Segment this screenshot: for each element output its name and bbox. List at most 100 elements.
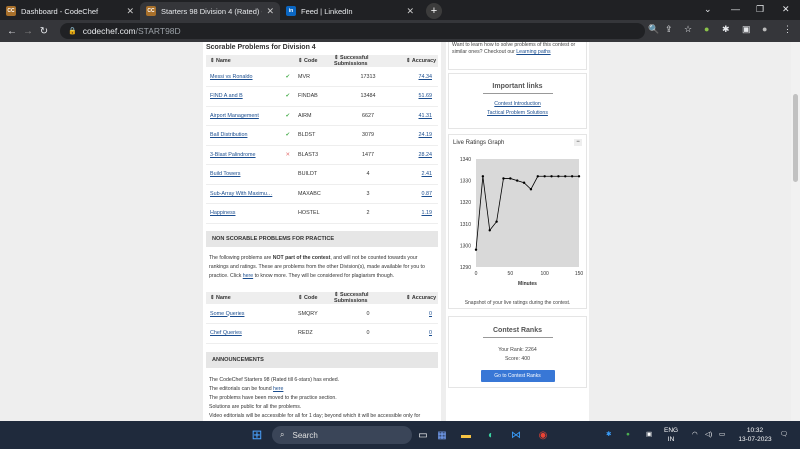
problem-code: REDZ <box>294 323 330 344</box>
col-header-name[interactable]: ⇕ Name <box>206 292 294 304</box>
close-icon[interactable]: ✕ <box>126 6 134 17</box>
problem-link[interactable]: Chef Queries <box>210 330 242 336</box>
table-row: Some Queries SMQRY 0 0 <box>206 304 438 324</box>
contest-introduction-link[interactable]: Contest Introduction <box>449 100 586 109</box>
problem-link[interactable]: Messi vs Ronaldo <box>210 74 253 80</box>
forward-icon[interactable]: → <box>20 26 36 37</box>
accuracy-link[interactable]: 74.34 <box>419 74 433 80</box>
status-icon: ✔ <box>285 132 290 139</box>
problem-code: MAXABC <box>294 184 330 204</box>
app-tray-icon[interactable]: ● <box>626 430 630 439</box>
battery-icon[interactable]: ▭ <box>719 430 725 439</box>
volume-icon[interactable]: ◁) <box>705 430 712 439</box>
accuracy-link[interactable]: 51.69 <box>419 93 433 99</box>
contest-ranks-button[interactable]: Go to Contest Ranks <box>480 370 555 382</box>
table-row: FIND A and B ✔ FINDAB 13484 51.69 <box>206 86 438 107</box>
collapse-icon[interactable]: − <box>574 139 582 146</box>
browser-tab-bar: CC Dashboard - CodeChef ✕ CC Starters 98… <box>0 0 800 20</box>
tab-title: Starters 98 Division 4 (Rated) Co <box>161 6 263 16</box>
sidepanel-icon[interactable]: ▣ <box>742 24 751 35</box>
problem-link[interactable]: FIND A and B <box>210 93 243 99</box>
rating-point <box>481 175 485 178</box>
accuracy-link[interactable]: 2.41 <box>422 171 433 177</box>
x-axis-label: Minutes <box>518 281 537 287</box>
col-header-subs[interactable]: ⇕ Successful Submissions <box>330 292 402 304</box>
status-icon: ✕ <box>285 151 290 158</box>
col-header-accuracy[interactable]: ⇕ Accuracy <box>402 292 438 304</box>
accuracy-cell: 51.69 <box>402 86 438 107</box>
col-header-name[interactable]: ⇕ Name <box>206 55 294 67</box>
tab-dashboard[interactable]: CC Dashboard - CodeChef ✕ <box>0 2 140 20</box>
col-header-code[interactable]: ⇕ Code <box>294 55 330 67</box>
extension-icon[interactable]: ● <box>704 24 709 34</box>
rating-point <box>495 220 498 223</box>
scrollbar-thumb[interactable] <box>793 94 798 182</box>
col-header-accuracy[interactable]: ⇕ Accuracy <box>402 55 438 67</box>
close-icon[interactable]: ✕ <box>406 6 414 17</box>
close-icon[interactable]: ✕ <box>266 6 274 17</box>
window-close-icon[interactable]: ✕ <box>782 4 790 15</box>
successful-submissions: 6627 <box>330 106 402 126</box>
col-header-code[interactable]: ⇕ Code <box>294 292 330 304</box>
wifi-icon[interactable]: ◠ <box>692 430 698 439</box>
chrome-icon[interactable]: ◉ <box>534 426 552 444</box>
accuracy-link[interactable]: 28.24 <box>419 152 433 158</box>
problem-link[interactable]: Ball Distribution <box>210 132 247 138</box>
table-row: Sub-Array With Maximu… MAXABC 3 0.87 <box>206 184 438 204</box>
learning-paths-link[interactable]: Learning paths <box>516 49 550 55</box>
bookmark-star-icon[interactable]: ☆ <box>684 24 692 35</box>
graph-caption: Snapshot of your live ratings during the… <box>464 300 571 306</box>
clock[interactable]: 10:32 13-07-2023 <box>736 426 774 444</box>
back-icon[interactable]: ← <box>4 26 20 37</box>
menu-kebab-icon[interactable]: ⋮ <box>783 24 792 35</box>
y-tick-label: 1330 <box>460 179 471 185</box>
accuracy-link[interactable]: 41.31 <box>419 113 433 119</box>
accuracy-link[interactable]: 0 <box>429 311 432 317</box>
problem-name-cell: Happiness <box>206 203 294 224</box>
editorials-link[interactable]: here <box>273 386 283 392</box>
accuracy-link[interactable]: 0 <box>429 330 432 336</box>
problem-link[interactable]: Happiness <box>210 210 235 216</box>
successful-submissions: 3 <box>330 184 402 204</box>
accuracy-link[interactable]: 0.87 <box>422 191 433 197</box>
know-more-link[interactable]: here <box>243 273 253 279</box>
problem-link[interactable]: Some Queries <box>210 311 244 317</box>
edge-icon[interactable]: ◐ <box>482 426 500 444</box>
address-bar[interactable]: 🔒 codechef.com/START98D <box>60 23 645 39</box>
plot-area <box>476 159 579 267</box>
task-view-icon[interactable]: ▭ <box>414 426 432 444</box>
tab-starters[interactable]: CC Starters 98 Division 4 (Rated) Co ✕ <box>140 2 280 20</box>
y-tick-label: 1290 <box>460 265 471 271</box>
accuracy-link[interactable]: 24.19 <box>419 132 433 138</box>
page-scrollbar[interactable] <box>791 42 800 421</box>
accuracy-link[interactable]: 1.19 <box>422 210 433 216</box>
new-tab-button[interactable]: + <box>426 3 442 19</box>
file-explorer-icon[interactable]: ▬ <box>457 426 475 444</box>
accuracy-cell: 41.31 <box>402 106 438 126</box>
widgets-icon[interactable]: ▦ <box>433 426 451 444</box>
tactical-solutions-link[interactable]: Tactical Problem Solutions <box>449 109 586 118</box>
profile-avatar[interactable]: ● <box>762 24 767 34</box>
col-header-subs[interactable]: ⇕ Successful Submissions <box>330 55 402 67</box>
tray-app-icon[interactable]: ▣ <box>646 430 652 439</box>
minimize-icon[interactable]: — <box>731 4 740 14</box>
taskbar-search[interactable]: ⌕ Search <box>272 426 412 444</box>
url-path: /START98D <box>135 26 181 36</box>
tab-linkedin[interactable]: in Feed | LinkedIn ✕ <box>280 2 420 20</box>
windows-start-icon[interactable]: ⊞ <box>248 426 266 444</box>
vscode-icon[interactable]: ⋈ <box>507 426 525 444</box>
bluetooth-icon[interactable]: ✱ <box>606 430 611 439</box>
zoom-icon[interactable]: 🔍 <box>648 24 659 35</box>
notification-icon[interactable]: 🗨 <box>780 430 788 439</box>
share-icon[interactable]: ⇪ <box>665 24 673 35</box>
restore-icon[interactable]: ❐ <box>756 4 764 15</box>
reload-icon[interactable]: ↻ <box>36 26 52 37</box>
problem-link[interactable]: 3-Blast Palindrome <box>210 152 256 158</box>
problem-link[interactable]: Sub-Array With Maximu… <box>210 191 272 197</box>
problem-link[interactable]: Airport Management <box>210 113 259 119</box>
extensions-puzzle-icon[interactable]: ✱ <box>722 24 730 35</box>
tab-search-icon[interactable]: ⌄ <box>704 4 712 15</box>
language-indicator[interactable]: ENG IN <box>664 426 678 444</box>
successful-submissions: 1477 <box>330 145 402 165</box>
problem-link[interactable]: Build Towers <box>210 171 240 177</box>
